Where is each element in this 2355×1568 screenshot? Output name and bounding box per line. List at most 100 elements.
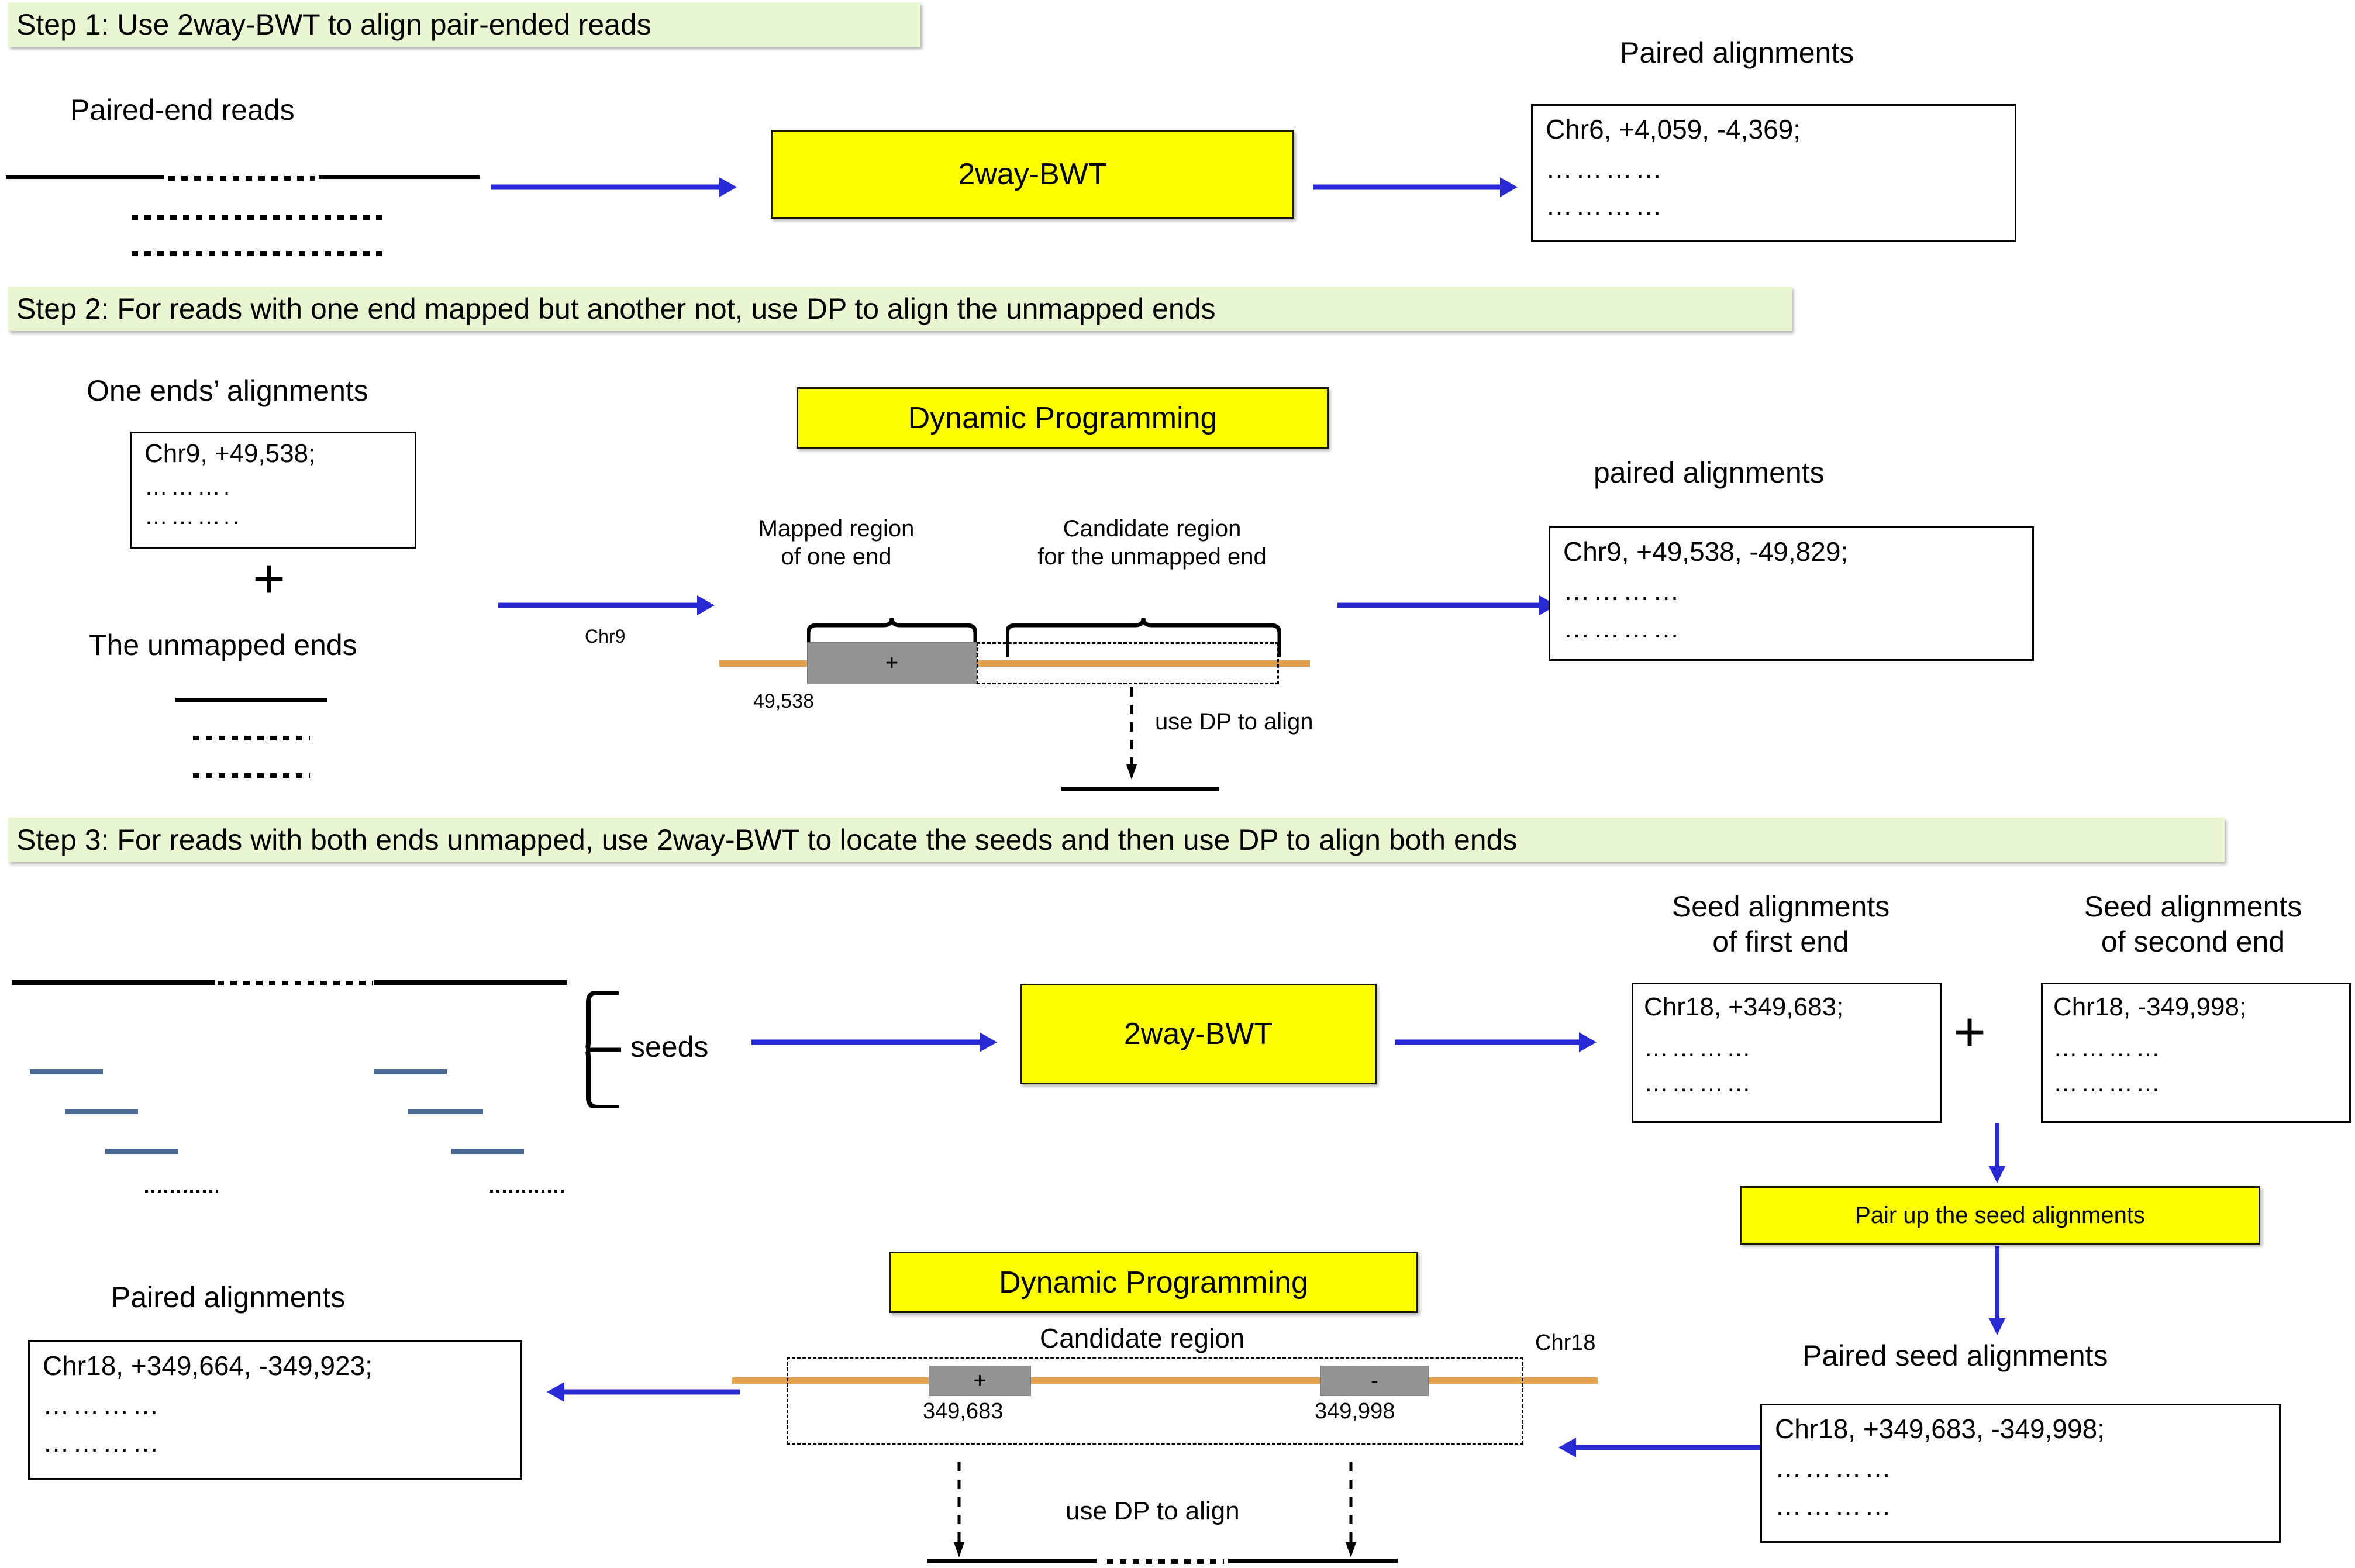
step3-paired-seed-label: Paired seed alignments [1802, 1339, 2108, 1372]
alignment-dots-2: ……….. [144, 503, 243, 529]
step2-dp-read [1061, 787, 1219, 791]
step2-output-box: Chr9, +49,538, -49,829; ………… ………… [1549, 526, 2034, 661]
step3-first-end-box: Chr18, +349,683; ………… ………… [1632, 983, 1942, 1123]
seed-bar-left-1 [30, 1069, 103, 1074]
step3-arrow-out [1395, 1032, 1597, 1052]
step2-banner: Step 2: For reads with one end mapped bu… [8, 287, 1792, 331]
step3-dp-process-label: Dynamic Programming [999, 1265, 1308, 1300]
seed-bar-right-3 [451, 1149, 524, 1154]
step3-output-label: Paired alignments [111, 1281, 346, 1314]
step3-first-end-label: Seed alignments of first end [1671, 890, 1890, 958]
read-line-3 [132, 251, 383, 256]
step3-process-box[interactable]: 2way-BWT [1020, 984, 1377, 1084]
alignment-dots-1: ………… [2053, 1033, 2163, 1062]
step3-process-label: 2way-BWT [1123, 1017, 1273, 1051]
step2-mapped-region-label: Mapped region of one end [758, 516, 915, 570]
step1-process-box[interactable]: 2way-BWT [771, 130, 1294, 219]
step3-reads-diagram [12, 965, 573, 1193]
alignment-dots-2: ………… [1563, 613, 1682, 644]
alignment-line: Chr18, -349,998; [2053, 993, 2247, 1021]
alignment-line: Chr18, +349,664, -349,923; [43, 1350, 373, 1381]
step3-second-end-box: Chr18, -349,998; ………… ………… [2041, 983, 2351, 1123]
seed-bar-left-2 [65, 1109, 138, 1114]
step3-seeds-label: seeds [630, 1031, 709, 1063]
step2-dp-arrow [1126, 687, 1137, 780]
alignment-dots-2: ………… [1775, 1490, 1894, 1521]
step2-process-label: Dynamic Programming [908, 401, 1218, 435]
alignment-dots-1: ………… [1775, 1452, 1894, 1483]
unmapped-read-segment [175, 698, 327, 702]
alignment-dots-2: ………… [1644, 1069, 1754, 1097]
step3-dp-arrow-left [954, 1462, 964, 1557]
step3-seeds-brace [585, 991, 621, 1108]
alignment-dots-1: ………… [43, 1389, 162, 1420]
step2-candidate-region-label: Candidate region for the unmapped end [1037, 516, 1267, 570]
step1-read-diagram [6, 170, 480, 256]
step3-arrow-to-pairup [1989, 1123, 2005, 1183]
step1-banner: Step 1: Use 2way-BWT to align pair-ended… [8, 2, 920, 47]
step3-arrow-to-paired-seed [1989, 1246, 2005, 1335]
step2-arrow-out [1337, 595, 1557, 615]
step1-arrow-in [491, 177, 737, 197]
step2-mapped-block-sign: + [885, 650, 899, 676]
step3-dp-process-box[interactable]: Dynamic Programming [889, 1252, 1418, 1313]
seed-bar-right-1 [374, 1069, 447, 1074]
step2-input-box: Chr9, +49,538; ………. ……….. [130, 432, 416, 549]
step3-arrow-in [751, 1032, 997, 1052]
step2-input-label: One ends’ alignments [87, 374, 368, 407]
step3-dp-read-gap [1107, 1559, 1224, 1564]
seed-bar-right-2 [408, 1109, 483, 1114]
step3-banner: Step 3: For reads with both ends unmappe… [8, 818, 2225, 862]
step3-dp-read-left [927, 1559, 1097, 1563]
step2-mapped-position: 49,538 [753, 690, 814, 712]
step1-input-label: Paired-end reads [70, 94, 295, 126]
step3-right-seed-block: - [1320, 1366, 1429, 1396]
step3-left-block-position: 349,683 [923, 1399, 1004, 1424]
step2-plus-sign: + [253, 547, 286, 610]
unmapped-read-dots-2 [193, 773, 310, 778]
step2-second-input-label: The unmapped ends [89, 629, 357, 661]
step3-pairup-box[interactable]: Pair up the seed alignments [1740, 1186, 2260, 1245]
step3-pairup-label: Pair up the seed alignments [1855, 1202, 2145, 1228]
step3-second-end-label: Seed alignments of second end [2084, 890, 2302, 958]
step1-arrow-out [1313, 177, 1518, 197]
unmapped-read-dots-1 [193, 736, 310, 740]
step3-dp-arrow-right [1346, 1462, 1356, 1557]
read-line-2 [132, 215, 383, 220]
alignment-line: Chr9, +49,538, -49,829; [1563, 536, 1849, 567]
read-segment-right [319, 175, 480, 179]
alignment-dots-2: ………… [43, 1427, 162, 1458]
read-segment-left [12, 980, 215, 985]
step3-dp-read-right [1228, 1559, 1398, 1563]
step3-plus-sign: + [1953, 1001, 1987, 1063]
alignment-dots-1: ………… [1546, 153, 1665, 184]
seed-dots-right [490, 1190, 566, 1193]
step2-mapped-block: + [807, 642, 977, 684]
alignment-dots-1: ………… [1563, 575, 1682, 606]
step3-left-block-sign: + [973, 1368, 987, 1393]
alignment-dots-2: ………… [1546, 191, 1665, 222]
step2-process-box[interactable]: Dynamic Programming [797, 387, 1329, 449]
step3-output-box: Chr18, +349,664, -349,923; ………… ………… [28, 1340, 522, 1480]
step3-right-block-position: 349,998 [1315, 1399, 1395, 1424]
seed-bar-left-3 [105, 1149, 178, 1154]
step2-arrow-in [498, 595, 715, 615]
alignment-dots-1: ………. [144, 474, 233, 500]
step1-output-label: Paired alignments [1620, 36, 1854, 69]
step3-right-block-sign: - [1371, 1368, 1378, 1393]
alignment-dots-1: ………… [1644, 1033, 1754, 1062]
read-segment-right [374, 980, 567, 985]
read-gap-dots [218, 981, 373, 985]
step3-left-seed-block: + [929, 1366, 1031, 1396]
seed-dots-left [145, 1190, 218, 1193]
step3-paired-seed-box: Chr18, +349,683, -349,998; ………… ………… [1760, 1404, 2281, 1543]
step3-candidate-region-label: Candidate region [1040, 1323, 1245, 1353]
alignment-dots-2: ………… [2053, 1069, 2163, 1097]
alignment-line: Chr18, +349,683; [1644, 993, 1844, 1021]
step1-output-box: Chr6, +4,059, -4,369; ………… ………… [1531, 104, 2016, 242]
step2-output-label: paired alignments [1594, 456, 1825, 489]
alignment-line: Chr9, +49,538; [144, 439, 316, 468]
step2-arrow-chromosome-label: Chr9 [585, 626, 626, 647]
step3-arrow-paired-seed-to-dp [1558, 1438, 1760, 1457]
alignment-line: Chr6, +4,059, -4,369; [1546, 114, 1801, 144]
